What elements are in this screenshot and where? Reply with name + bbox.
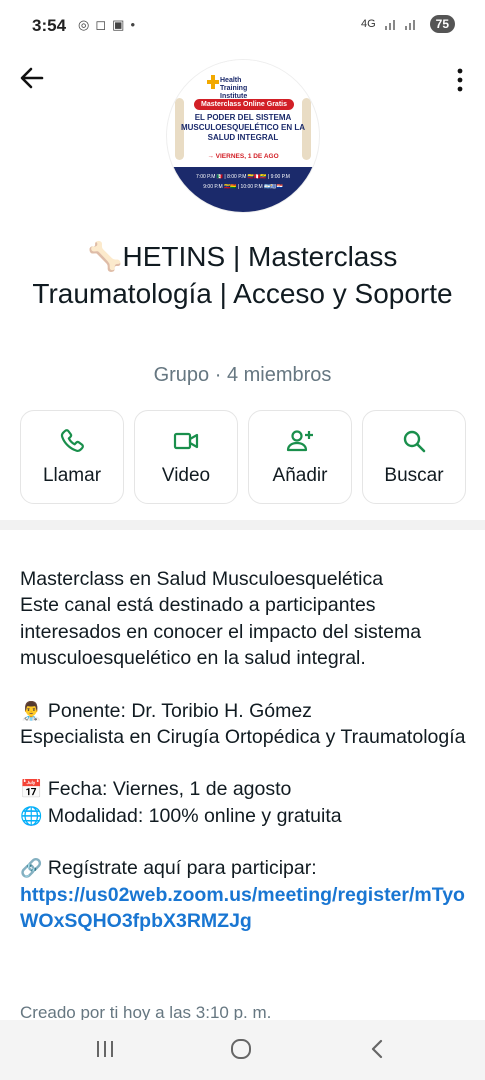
group-description: Masterclass en Salud Musculoesquelética … — [20, 566, 470, 934]
back-arrow-icon[interactable] — [18, 64, 46, 92]
poster-times-row: 9:00 P.M 🇻🇪🇧🇴 | 10:00 P.M 🇦🇷🇺🇾🇵🇾 — [203, 184, 283, 190]
status-time: 3:54 — [32, 16, 67, 35]
action-buttons: Llamar Video Añadir Buscar — [20, 410, 466, 504]
group-name: 🦴HETINS | Masterclass Traumatología | Ac… — [32, 241, 453, 309]
search-icon — [403, 430, 426, 453]
calendar-emoji-icon: 📅 — [20, 779, 43, 800]
system-navigation-bar — [0, 1020, 485, 1080]
add-member-button[interactable]: Añadir — [248, 410, 352, 504]
register-line: 🔗 Regístrate aquí para participar: — [20, 855, 470, 881]
more-options-icon[interactable] — [455, 67, 465, 93]
link-emoji-icon: 🔗 — [20, 858, 43, 879]
mode-line: 🌐 Modalidad: 100% online y gratuita — [20, 803, 470, 829]
status-bar: 3:54 ◎ ◻ ▣ • 4G 75 — [0, 0, 485, 52]
call-label: Llamar — [42, 465, 102, 486]
home-icon[interactable] — [229, 1038, 253, 1060]
search-label: Buscar — [384, 465, 444, 486]
group-avatar[interactable]: Health Training Institute Masterclass On… — [167, 60, 319, 212]
date-line: 📅 Fecha: Viernes, 1 de agosto — [20, 776, 470, 802]
group-member-count: Grupo · 4 miembros — [153, 364, 332, 386]
call-button[interactable]: Llamar — [20, 410, 124, 504]
poster-times: 7:00 P.M 🇲🇽 | 8:00 P.M 🇨🇴🇵🇪🇪🇨 | 9:00 P.M… — [193, 172, 293, 192]
date-text: Fecha: Viernes, 1 de agosto — [42, 778, 292, 801]
battery-level: 75 — [429, 15, 455, 33]
instagram-notification-icon: ◻ — [95, 17, 107, 32]
screenshot-notification-icon: ▣ — [112, 17, 125, 32]
globe-emoji-icon: 🌐 — [20, 805, 43, 826]
register-text: Regístrate aquí para participar: — [42, 857, 317, 880]
description-line: Masterclass en Salud Musculoesquelética — [20, 568, 384, 590]
poster-title: EL PODER DEL SISTEMA MUSCULOESQUELÉTICO … — [180, 113, 305, 142]
back-nav-icon[interactable] — [368, 1038, 386, 1060]
status-indicators: 4G 75 — [361, 15, 455, 33]
poster-logo-text: Health Training Institute — [220, 77, 248, 100]
more-notifications-dot-icon: • — [130, 17, 135, 32]
signal-icon — [384, 20, 415, 30]
video-icon — [173, 432, 199, 450]
poster-badge: Masterclass Online Gratis — [194, 99, 294, 110]
video-button[interactable]: Video — [134, 410, 238, 504]
mode-text: Modalidad: 100% online y gratuita — [42, 804, 342, 827]
phone-icon — [60, 429, 84, 452]
doctor-emoji-icon: 👨‍⚕️ — [20, 700, 43, 721]
health-cross-icon — [207, 75, 219, 89]
speaker-text: Ponente: Dr. Toribio H. Gómez — [42, 699, 312, 722]
section-divider — [0, 520, 485, 530]
speaker-line: 👨‍⚕️ Ponente: Dr. Toribio H. Gómez — [20, 698, 470, 724]
add-label: Añadir — [272, 465, 328, 486]
video-label: Video — [161, 465, 211, 486]
recent-apps-icon[interactable] — [94, 1038, 116, 1060]
network-type: 4G — [360, 18, 376, 30]
description-line: Este canal está destinado a participante… — [20, 594, 422, 670]
poster-date: → VIERNES, 1 DE AGO — [207, 153, 279, 160]
search-button[interactable]: Buscar — [362, 410, 466, 504]
whatsapp-notification-icon: ◎ — [78, 17, 90, 32]
poster-times-row: 7:00 P.M 🇲🇽 | 8:00 P.M 🇨🇴🇵🇪🇪🇨 | 9:00 P.M — [196, 174, 290, 180]
specialty-line: Especialista en Cirugía Ortopédica y Tra… — [20, 726, 466, 749]
notification-icons: ◎ ◻ ▣ • — [78, 17, 135, 33]
add-person-icon — [286, 430, 313, 452]
registration-link[interactable]: https://us02web.zoom.us/meeting/register… — [20, 882, 470, 935]
